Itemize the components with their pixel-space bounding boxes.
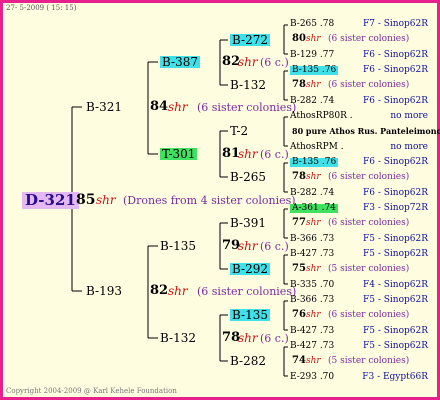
gen3-node-6: B-292 (230, 262, 270, 276)
leaf-note: (6 sister colonies) (328, 172, 410, 182)
leaf-label: B-366 .73 (290, 234, 335, 244)
gen2-node-4-label: B-132 (160, 331, 196, 345)
leaf-shr: shr (306, 310, 321, 320)
gen2-node-4-note: (6 c.) (260, 332, 289, 345)
gen1-top-note: (6 sister colonies) (197, 101, 297, 114)
leaf-label: E-293 .70 (290, 372, 335, 382)
leaf-shr: shr (306, 264, 321, 274)
gen2-node-3-label: B-135 (160, 239, 196, 253)
gen2-node-3-note: (6 c.) (260, 240, 289, 253)
leaf-origin-code: F5 - Sinop62R (363, 249, 428, 259)
leaf-label: B-282 .74 (290, 188, 335, 198)
gen3-node-5: B-391 (230, 216, 266, 230)
gen1-top-label: B-321 (86, 100, 122, 114)
leaf-label: B-282 .74 (290, 96, 335, 106)
leaf-shr: shr (306, 34, 321, 44)
leaf-label: B-427 .73 (290, 326, 335, 336)
leaf-origin-code: F5 - Sinop62R (363, 234, 428, 244)
gen3-node-8: B-282 (230, 354, 266, 368)
leaf-origin-code: F6 - Sinop62R (363, 188, 428, 198)
leaf-origin-code: F7 - Sinop62R (363, 19, 428, 29)
leaf-origin-code: F6 - Sinop62R (363, 65, 428, 75)
leaf-label: B-265 .78 (290, 19, 335, 29)
gen1-top-shr: shr (168, 100, 188, 114)
leaf-origin-code: no more (390, 111, 428, 121)
root-node-num: 85 (76, 192, 96, 208)
gen2-node-1-label: B-387 (160, 55, 200, 69)
gen2-node-1-shr: shr (238, 55, 258, 69)
gen3-node-4: B-265 (230, 170, 266, 184)
leaf-label: B-135 .76 (290, 157, 339, 167)
gen2-node-4-shr: shr (238, 331, 258, 345)
leaf-note: (5 sister colonies) (328, 264, 410, 274)
leaf-origin-code: no more (390, 142, 428, 152)
leaf-note: (6 sister colonies) (328, 80, 410, 90)
gen1-bottom-shr: shr (168, 284, 188, 298)
leaf-score: 75 (292, 263, 306, 274)
leaf-score: 74 (292, 355, 306, 366)
gen1-top-num: 84 (150, 99, 169, 114)
gen1-bottom-note: (6 sister colonies) (197, 285, 297, 298)
gen2-node-2-note: (6 c.) (260, 148, 289, 161)
leaf-label: B-427 .73 (290, 341, 335, 351)
leaf-label: B-129 .77 (290, 50, 335, 60)
leaf-label: B-427 .73 (290, 249, 335, 259)
leaf-origin-code: F5 - Sinop62R (363, 341, 428, 351)
leaf-note: (5 sister colonies) (328, 356, 410, 366)
leaf-label: B-366 .73 (290, 295, 335, 305)
gen3-node-3: T-2 (230, 124, 249, 138)
leaf-label: AthosRPM . (290, 142, 344, 152)
leaf-shr: shr (306, 80, 321, 90)
leaf-origin-code: F3 - Sinop72R (363, 203, 428, 213)
gen2-node-2-shr: shr (238, 147, 258, 161)
copyright-text: Copyright 2004-2009 @ Karl Kehele Founda… (6, 387, 177, 395)
gen3-node-7: B-135 (230, 308, 270, 322)
gen1-bottom-label: B-193 (86, 284, 122, 298)
leaf-origin-code: F5 - Sinop62R (363, 326, 428, 336)
gen2-node-3-shr: shr (238, 239, 258, 253)
leaf-origin-code: F3 - Egypt66R (362, 372, 428, 382)
leaf-note: (6 sister colonies) (328, 34, 410, 44)
leaf-origin-code: F6 - Sinop62R (363, 157, 428, 167)
gen3-node-2: B-132 (230, 78, 266, 92)
leaf-origin-code: F4 - Sinop62R (363, 280, 428, 290)
leaf-score: 76 (292, 309, 306, 320)
leaf-shr: shr (306, 356, 321, 366)
date-stamp: 27- 5-2009 ( 15: 15) (6, 4, 77, 12)
leaf-shr: shr (306, 218, 321, 228)
root-node-shr: shr (96, 193, 116, 207)
root-node-label: D-321 (22, 192, 79, 209)
leaf-score: 78 (292, 171, 306, 182)
leaf-pure-line: 80 pure Athos Rus. Panteleimonos (292, 126, 440, 136)
leaf-score: 78 (292, 79, 306, 90)
leaf-origin-code: F5 - Sinop62R (363, 295, 428, 305)
gen2-node-1-note: (6 c.) (260, 56, 289, 69)
leaf-label: B-135 .76 (290, 65, 339, 75)
leaf-origin-code: F6 - Sinop62R (363, 50, 428, 60)
gen3-node-1: B-272 (230, 33, 270, 47)
leaf-origin-code: F6 - Sinop62R (363, 96, 428, 106)
leaf-score: 80 (292, 33, 306, 44)
leaf-label: B-335 .70 (290, 280, 335, 290)
leaf-label: A-361 .74 (290, 203, 338, 213)
leaf-label: AthosRP80R . (290, 111, 353, 121)
gen2-node-2-label: T-301 (160, 147, 198, 161)
root-node-note: (Drones from 4 sister colonies) (123, 194, 296, 207)
leaf-score: 77 (292, 217, 306, 228)
leaf-note: (6 sister colonies) (328, 310, 410, 320)
leaf-note: (6 sister colonies) (328, 218, 410, 228)
leaf-shr: shr (306, 172, 321, 182)
gen1-bottom-num: 82 (150, 283, 169, 298)
